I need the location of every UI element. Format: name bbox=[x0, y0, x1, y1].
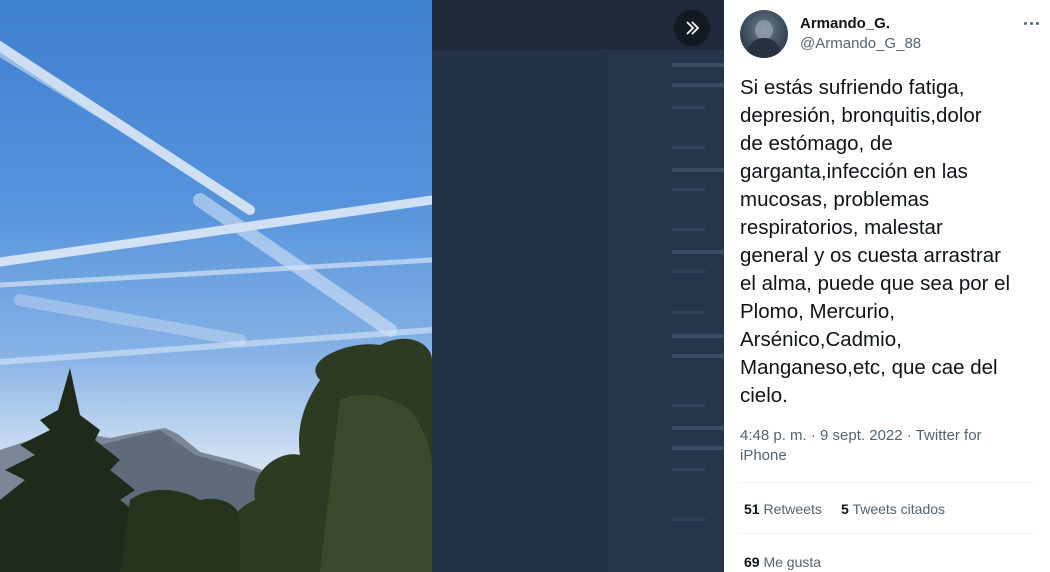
background-text: ▬▬▬ bbox=[672, 264, 705, 276]
background-text: ▬▬▬ bbox=[672, 100, 705, 112]
divider bbox=[740, 482, 1034, 483]
handle[interactable]: @Armando_G_88 bbox=[800, 35, 921, 52]
tweet-text: Si estás sufriendo fatiga, depresión, br… bbox=[740, 76, 1011, 407]
background-column bbox=[432, 50, 607, 572]
background-text: ▬▬▬▬ bbox=[672, 55, 724, 70]
more-options-button[interactable] bbox=[1020, 14, 1042, 32]
meta-separator: · bbox=[806, 427, 821, 444]
background-overlay: ▬▬▬▬ ▬▬▬▬ ▬▬▬ ▬▬▬ ▬▬▬▬ ▬▬▬ ▬▬▬ ▬▬▬▬ ▬▬▬ … bbox=[432, 0, 724, 572]
likes-count: 69 bbox=[744, 554, 760, 570]
background-text: ▬▬▬▬ bbox=[672, 438, 724, 453]
background-text: ▬▬▬▬ bbox=[672, 242, 724, 257]
meta-separator: · bbox=[902, 427, 916, 444]
tweet-photo[interactable] bbox=[0, 0, 432, 572]
avatar-image bbox=[746, 20, 782, 58]
retweets-stat[interactable]: 51 Retweets bbox=[744, 501, 822, 517]
more-dot bbox=[1035, 21, 1039, 25]
chevron-double-right-icon bbox=[686, 21, 700, 35]
avatar[interactable] bbox=[740, 10, 788, 58]
background-text: ▬▬▬ bbox=[672, 182, 705, 194]
background-text: ▬▬▬ bbox=[672, 462, 705, 474]
tweet-time[interactable]: 4:48 p. m. bbox=[740, 427, 807, 444]
tweet-meta: 4:48 p. m. · 9 sept. 2022 · Twitter for … bbox=[740, 426, 1030, 466]
background-trends-panel bbox=[607, 50, 724, 572]
background-text: ▬▬▬ bbox=[672, 305, 705, 317]
more-dot bbox=[1029, 21, 1033, 25]
background-text: ▬▬▬ bbox=[672, 140, 705, 152]
retweets-count: 51 bbox=[744, 501, 760, 517]
quotes-count: 5 bbox=[841, 501, 849, 517]
background-text: ▬▬▬ bbox=[672, 398, 705, 410]
quotes-stat[interactable]: 5 Tweets citados bbox=[841, 501, 945, 517]
likes-label: Me gusta bbox=[763, 554, 822, 570]
quotes-label: Tweets citados bbox=[852, 501, 946, 517]
likes-stat[interactable]: 69 Me gusta bbox=[744, 554, 821, 570]
retweets-label: Retweets bbox=[763, 501, 822, 517]
background-text: ▬▬▬▬ bbox=[672, 160, 724, 175]
divider bbox=[740, 533, 1034, 534]
background-text: ▬▬▬▬ bbox=[672, 418, 724, 433]
tweet-date[interactable]: 9 sept. 2022 bbox=[820, 427, 903, 444]
more-horizontal-icon bbox=[1023, 21, 1027, 25]
background-text: ▬▬▬ bbox=[672, 512, 705, 524]
background-text: ▬▬▬▬ bbox=[672, 326, 724, 341]
display-name[interactable]: Armando_G. bbox=[800, 15, 890, 32]
background-text: ▬▬▬ bbox=[672, 222, 705, 234]
background-text: ▬▬▬▬ bbox=[672, 75, 724, 90]
background-text: ▬▬▬▬ bbox=[672, 346, 724, 361]
tweet-panel: Armando_G. @Armando_G_88 Si estás sufrie… bbox=[724, 0, 1050, 572]
expand-button[interactable] bbox=[674, 10, 710, 46]
photo-scene bbox=[0, 40, 432, 572]
